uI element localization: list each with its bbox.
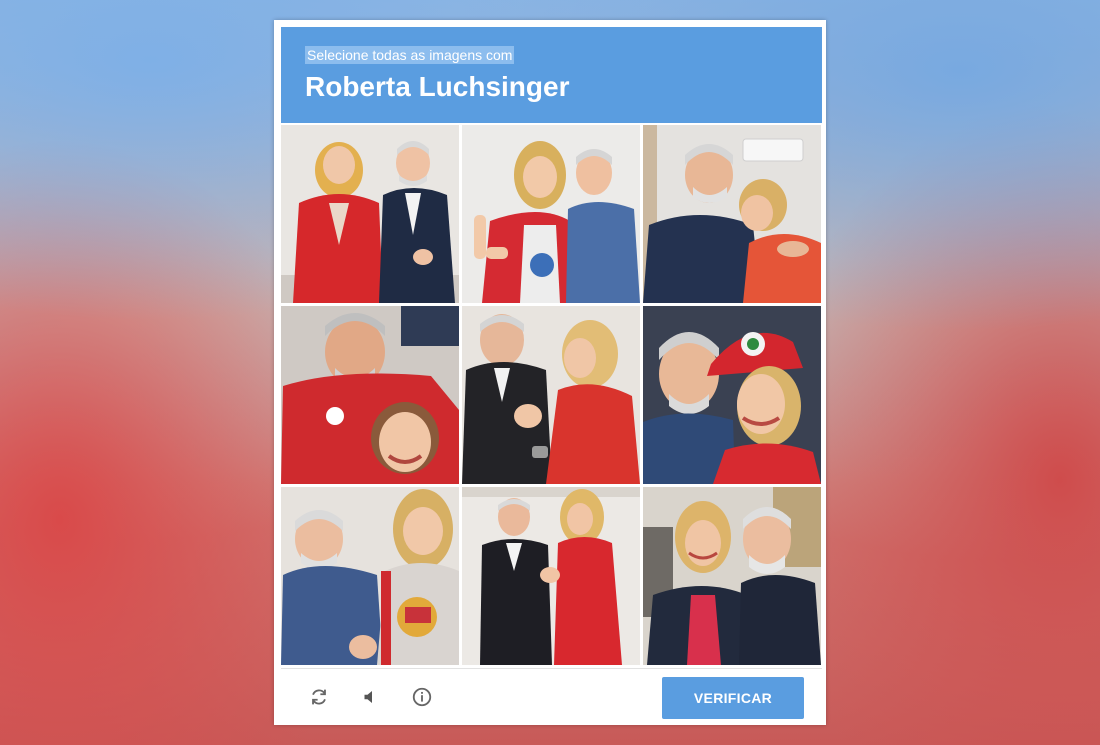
audio-icon bbox=[364, 691, 372, 703]
photo-hug bbox=[643, 125, 821, 303]
photo-thumbs-up-pair bbox=[281, 487, 459, 665]
image-tile[interactable] bbox=[643, 125, 821, 303]
reload-button[interactable] bbox=[307, 685, 331, 709]
image-tile[interactable] bbox=[281, 487, 459, 665]
audio-challenge-button[interactable] bbox=[357, 685, 381, 709]
image-grid bbox=[281, 125, 822, 665]
reload-icon bbox=[312, 689, 326, 705]
photo-standing-pair bbox=[462, 487, 640, 665]
photo-couple-suit-red-blazer bbox=[462, 306, 640, 484]
image-tile[interactable] bbox=[643, 306, 821, 484]
photo-selfie-red-cap bbox=[643, 306, 821, 484]
captcha-footer: VERIFICAR bbox=[281, 668, 822, 721]
captcha-target-name: Roberta Luchsinger bbox=[305, 71, 570, 102]
info-button[interactable] bbox=[410, 685, 434, 709]
captcha-header: Selecione todas as imagens com Roberta L… bbox=[281, 27, 822, 123]
photo-woman-l-gesture-man-blue-shirt bbox=[462, 125, 640, 303]
image-tile[interactable] bbox=[643, 487, 821, 665]
captcha-widget: Selecione todas as imagens com Roberta L… bbox=[274, 20, 826, 725]
image-tile[interactable] bbox=[462, 125, 640, 303]
image-tile[interactable] bbox=[462, 487, 640, 665]
photo-woman-red-blazer-man-suit bbox=[281, 125, 459, 303]
image-tile[interactable] bbox=[281, 306, 459, 484]
image-tile[interactable] bbox=[462, 306, 640, 484]
image-tile[interactable] bbox=[281, 125, 459, 303]
captcha-prompt: Selecione todas as imagens com bbox=[305, 46, 515, 64]
photo-selfie-red-shirt bbox=[281, 306, 459, 484]
photo-pair-portrait bbox=[643, 487, 821, 665]
verify-button[interactable]: VERIFICAR bbox=[662, 677, 804, 719]
info-icon bbox=[412, 687, 432, 707]
